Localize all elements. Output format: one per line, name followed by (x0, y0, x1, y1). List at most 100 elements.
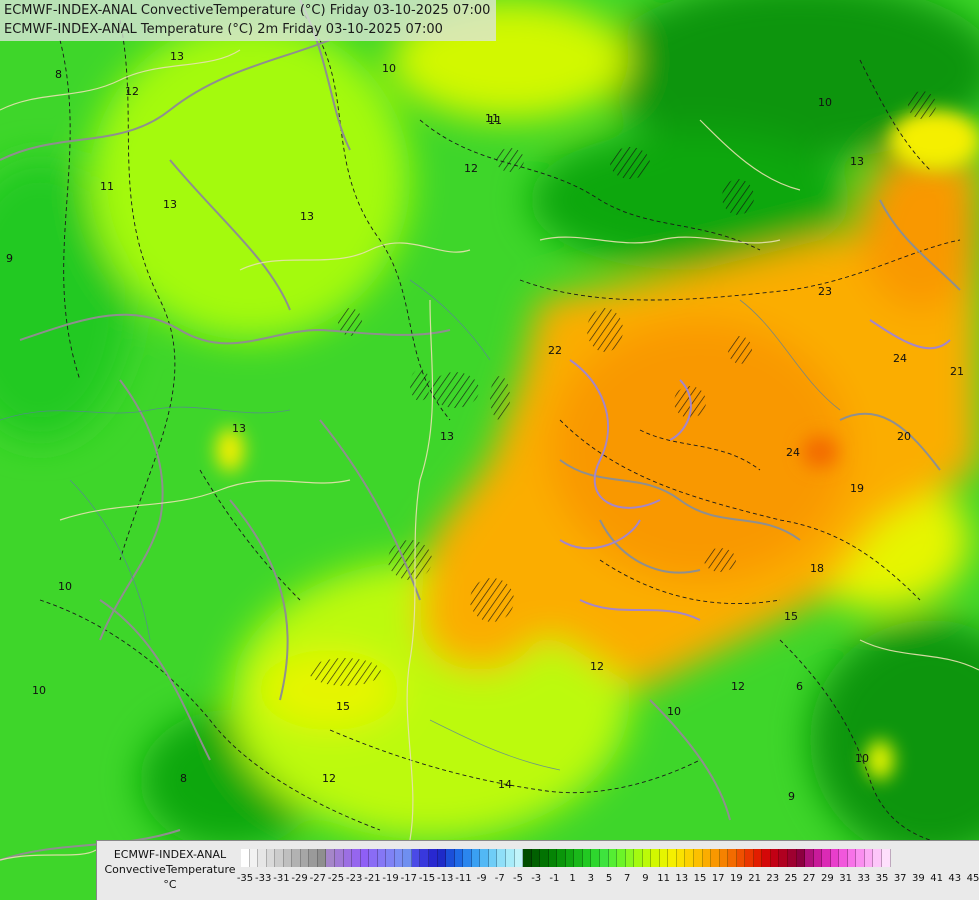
legend-swatch (582, 849, 592, 867)
legend-tick-label: 9 (642, 873, 649, 884)
legend-title-model: ECMWF-INDEX-ANAL (113, 848, 227, 861)
legend-title: ECMWF-INDEX-ANAL ConvectiveTemperature °… (101, 847, 239, 892)
legend-tick-label: -35 (236, 873, 254, 884)
legend-tick-label: -19 (382, 873, 399, 884)
legend-tick-label: 19 (730, 873, 743, 884)
contour-label: 12 (125, 85, 139, 98)
legend-swatch (830, 849, 840, 867)
legend-tick-label: 7 (624, 873, 631, 884)
legend-swatch (275, 849, 284, 867)
legend-tick-label: -7 (494, 873, 505, 884)
legend-tick-label: -11 (455, 873, 472, 884)
contour-label: 24 (786, 446, 800, 459)
legend-swatch (634, 849, 643, 867)
legend-swatch (822, 849, 831, 867)
legend-swatch (343, 849, 353, 867)
legend-swatch (335, 849, 344, 867)
legend-swatch (471, 849, 481, 867)
contour-label: 13 (300, 210, 314, 223)
legend-swatch (805, 849, 814, 867)
legend-swatch (531, 849, 541, 867)
contour-label: 6 (796, 680, 803, 693)
legend-swatch (317, 849, 327, 867)
contour-label: 8 (180, 772, 187, 785)
legend-tick-label: -17 (400, 873, 417, 884)
legend-tick-label: 37 (893, 873, 907, 884)
legend-swatch (770, 849, 780, 867)
contour-label: 15 (336, 700, 350, 713)
legend-swatch (617, 849, 626, 867)
legend-swatch (599, 849, 609, 867)
legend-swatch (557, 849, 566, 867)
contour-label: 19 (850, 482, 864, 495)
legend-swatch (864, 849, 874, 867)
legend-swatch (488, 849, 498, 867)
contour-label: 10 (855, 752, 869, 765)
legend-swatch (873, 849, 883, 867)
legend-tick-label: 21 (748, 873, 761, 884)
legend-tick-label: -33 (255, 873, 272, 884)
legend-swatch (463, 849, 472, 867)
legend-title-unit: °C (163, 878, 177, 891)
legend-swatch (352, 849, 361, 867)
legend-swatch (241, 849, 250, 867)
legend-swatch (292, 849, 301, 867)
legend-swatch (847, 849, 857, 867)
legend-tick-label: -21 (364, 873, 381, 884)
legend-tick-label: 45 (966, 873, 979, 884)
legend-swatch (377, 849, 387, 867)
legend-tick-label: 43 (948, 873, 962, 884)
contour-label: 13 (440, 430, 454, 443)
legend-swatch (266, 849, 276, 867)
legend-swatch (685, 849, 694, 867)
legend-swatch (258, 849, 267, 867)
contour-label: 9 (788, 790, 795, 803)
legend-swatch (249, 849, 259, 867)
contour-label: 12 (322, 772, 336, 785)
legend-tick-label: 27 (802, 873, 816, 884)
legend-swatch (565, 849, 575, 867)
legend-swatch (497, 849, 506, 867)
legend-swatch (651, 849, 660, 867)
contour-label: 10 (382, 62, 396, 75)
contour-label: 10 (32, 684, 46, 697)
legend-swatch (523, 849, 532, 867)
legend-tick-label: 39 (912, 873, 925, 884)
legend-tick-label: -31 (273, 873, 290, 884)
legend-swatch (548, 849, 558, 867)
contour-label: 18 (810, 562, 824, 575)
legend-tick-label: -15 (418, 873, 436, 884)
legend-swatch (711, 849, 720, 867)
color-legend: ECMWF-INDEX-ANAL ConvectiveTemperature °… (96, 840, 979, 900)
legend-swatch (728, 849, 737, 867)
legend-tick-label: 33 (857, 873, 871, 884)
legend-swatch (668, 849, 677, 867)
legend-tick-label: -27 (309, 873, 326, 884)
legend-tick-label: 31 (839, 873, 852, 884)
map-canvas[interactable]: 13 11 12 8 10 13 10 11 12 13 13 10 11 13… (0, 0, 979, 900)
legend-swatch (719, 849, 729, 867)
legend-swatch (839, 849, 848, 867)
legend-swatch (411, 849, 421, 867)
legend-tick-label: 35 (875, 873, 889, 884)
legend-swatch (753, 849, 763, 867)
map-title-block: ECMWF-INDEX-ANAL ConvectiveTemperature (… (0, 0, 497, 41)
legend-tick-label: -9 (476, 873, 487, 884)
legend-swatch (574, 849, 583, 867)
contour-label: 12 (464, 162, 478, 175)
contour-label: 23 (818, 285, 832, 298)
contour-label: 22 (548, 344, 562, 357)
legend-tick-label: 17 (711, 873, 725, 884)
contour-label: 13 (850, 155, 864, 168)
legend-swatch (429, 849, 438, 867)
legend-swatch (514, 849, 524, 867)
legend-swatch (736, 849, 746, 867)
contour-label: 10 (58, 580, 72, 593)
legend-tick-labels: -35 -33 -31 -29 -27 -25 -23 -21 -19 -17 -15 -13 -11-… (235, 873, 979, 889)
contour-label: 10 (667, 705, 681, 718)
legend-tick-label: -23 (346, 873, 363, 884)
legend-tick-label: 13 (675, 873, 689, 884)
legend-swatch (437, 849, 447, 867)
legend-tick-label: 41 (930, 873, 943, 884)
legend-swatch (745, 849, 754, 867)
